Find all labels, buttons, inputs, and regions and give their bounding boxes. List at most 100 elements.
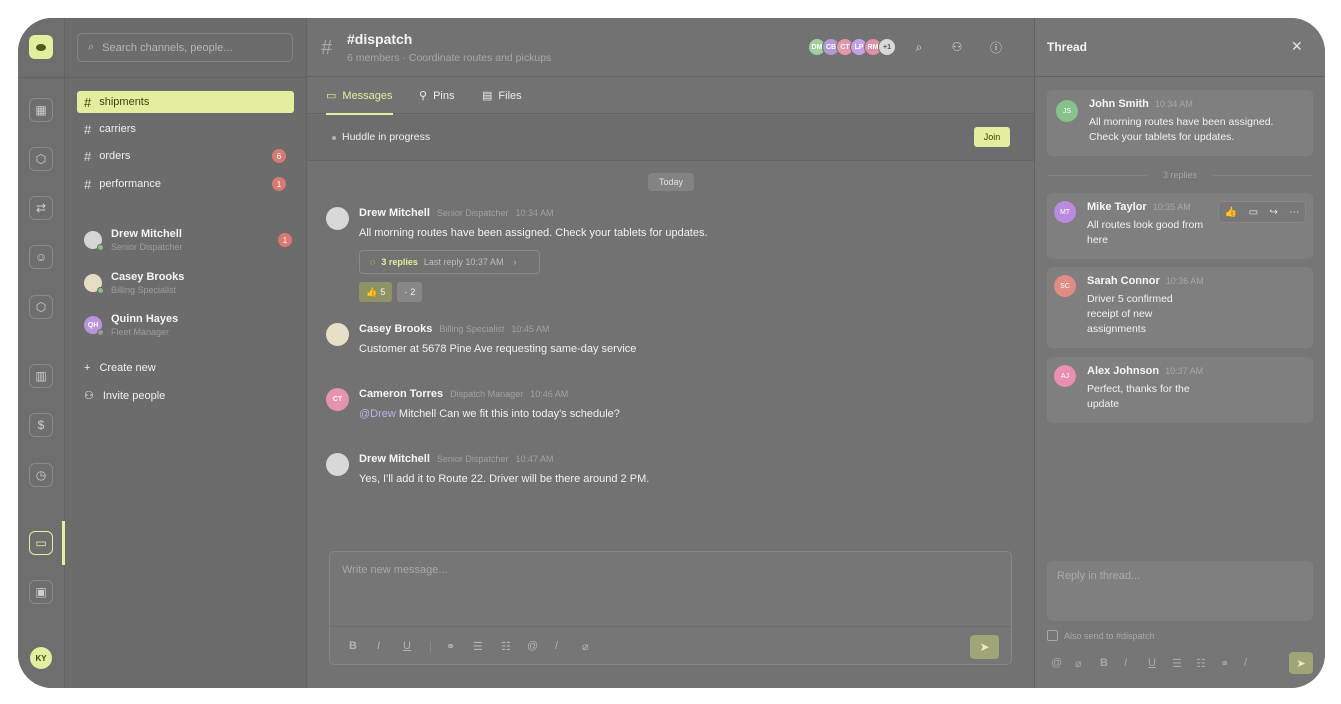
slash-command-icon[interactable]: / [1244,657,1247,669]
dm-role: Billing Specialist [111,284,177,295]
italic-icon[interactable]: I [1124,657,1127,669]
bullet-list-icon[interactable]: ☰ [1172,657,1182,670]
tab-files[interactable]: ▤ Files [482,89,522,103]
thread-title: Thread [1047,40,1088,54]
file-icon: ▤ [482,90,493,102]
channel-item-carriers[interactable]: # carriers [77,118,294,140]
message-author[interactable]: Drew Mitchell [359,453,430,465]
channel-name: orders [99,150,131,162]
message-author[interactable]: Casey Brooks [359,323,432,335]
clock-icon[interactable]: ◷ [29,463,53,487]
link-icon[interactable]: ⚭ [446,640,455,653]
unread-badge: 1 [278,233,292,247]
online-indicator [97,287,104,294]
dm-item-casey-brooks[interactable]: Casey Brooks Billing Specialist [84,268,294,298]
send-icon[interactable]: ➤ [970,635,999,659]
underline-icon[interactable]: U [403,640,411,652]
channel-item-shipments[interactable]: # shipments [77,91,294,113]
message-text: All morning routes have been assigned. C… [359,227,708,239]
reply-icon: ◌ [370,257,376,267]
document-icon[interactable]: ▣ [29,580,53,604]
bullet-list-icon[interactable]: ☰ [473,640,483,653]
dm-item-drew-mitchell[interactable]: Drew Mitchell Senior Dispatcher 1 [84,225,294,255]
avatar[interactable]: MT [1054,201,1076,223]
box-icon[interactable]: ⬡ [29,295,53,319]
message-composer[interactable]: Write new message... B I U | ⚭ ☰ ☷ @ / ⌀… [329,551,1012,665]
also-send-checkbox[interactable]: Also send to #dispatch [1047,630,1155,641]
dollar-icon[interactable]: $ [29,413,53,437]
underline-icon[interactable]: U [1148,657,1156,669]
join-huddle-button[interactable]: Join [974,127,1010,147]
dashboard-icon[interactable]: ▦ [29,98,53,122]
user-avatar[interactable]: KY [30,647,52,669]
message-time: 10:45 AM [511,324,550,334]
message-text: @Drew Mitchell Can we fit this into toda… [359,408,620,420]
contacts-icon[interactable]: ☺ [29,245,53,269]
create-new-button[interactable]: + Create new [84,362,156,374]
checkbox[interactable] [1047,630,1058,641]
avatar[interactable] [326,207,349,230]
online-indicator [97,244,104,251]
tab-messages[interactable]: ▭ Messages [326,89,393,115]
unread-badge: 6 [272,149,286,163]
numbered-list-icon[interactable]: ☷ [501,640,511,653]
italic-icon[interactable]: I [377,640,380,652]
chart-icon[interactable]: ▥ [29,364,53,388]
avatar[interactable]: JS [1056,100,1078,122]
user-mention[interactable]: @Drew [359,408,396,420]
mention-icon[interactable]: @ [1051,657,1062,669]
add-member-icon[interactable]: ⚇ [947,37,967,57]
avatar[interactable] [326,323,349,346]
reply-icon[interactable]: ▭ [1249,207,1258,218]
forward-icon[interactable]: ↪ [1269,207,1277,218]
info-icon[interactable]: ⓘ [986,37,1006,57]
hash-icon: # [84,176,92,192]
reaction-thumbs-up[interactable]: 👍 5 [359,282,393,302]
invite-people-button[interactable]: ⚇ Invite people [84,389,165,403]
more-icon[interactable]: ⋯ [1289,207,1299,218]
thread-parent-message: JS John Smith 10:34 AM All morning route… [1047,90,1313,156]
thread-replies-button[interactable]: ◌ 3 replies Last reply 10:37 AM › [359,250,540,274]
message-text: Perfect, thanks for the update [1087,383,1190,410]
channel-item-orders[interactable]: # orders 6 [77,145,294,167]
toolbar-divider: | [429,640,432,652]
member-avatar-stack[interactable]: DM CB CT LP RM +1 [808,38,896,56]
attachment-icon[interactable]: ⌀ [582,640,589,653]
avatar [84,274,104,294]
message-author[interactable]: Cameron Torres [359,388,443,400]
reaction-other[interactable]: · 2 [397,282,423,302]
channel-title: #dispatch [347,31,413,47]
send-icon[interactable]: ➤ [1289,652,1313,674]
routes-icon[interactable]: ⇄ [29,196,53,220]
app-logo[interactable] [29,35,53,59]
chat-icon[interactable]: ▭ [29,531,53,555]
slash-command-icon[interactable]: / [555,640,558,652]
avatar[interactable]: AJ [1054,365,1076,387]
message-text: Yes, I'll add it to Route 22. Driver wil… [359,473,650,485]
avatar [84,231,104,251]
bold-icon[interactable]: B [1100,657,1108,669]
hash-icon: # [84,148,92,164]
search-icon[interactable]: ⌕ [909,37,929,57]
avatar[interactable]: CT [326,388,349,411]
package-icon[interactable]: ⬡ [29,147,53,171]
thread-reply-input[interactable]: Reply in thread... [1047,561,1313,621]
channel-item-performance[interactable]: # performance 1 [77,173,294,195]
attachment-icon[interactable]: ⌀ [1075,657,1082,670]
hash-icon: # [321,37,333,59]
numbered-list-icon[interactable]: ☷ [1196,657,1206,670]
close-icon[interactable]: ✕ [1291,38,1303,55]
thread-reply: SC Sarah Connor 10:36 AM Driver 5 confir… [1047,267,1313,348]
dm-item-quinn-hayes[interactable]: QH Quinn Hayes Fleet Manager [84,310,294,340]
message-author[interactable]: Drew Mitchell [359,207,430,219]
link-icon[interactable]: ⚭ [1220,657,1229,670]
tab-pins[interactable]: ⚲ Pins [419,89,454,103]
thumbs-up-icon[interactable]: 👍 [1225,207,1237,218]
avatar[interactable]: SC [1054,275,1076,297]
avatar[interactable] [326,453,349,476]
bold-icon[interactable]: B [349,640,357,652]
search-input[interactable]: ⌕ Search channels, people... [77,33,293,62]
mention-icon[interactable]: @ [527,640,538,652]
live-indicator [332,136,336,140]
dm-name: Quinn Hayes [111,312,179,325]
